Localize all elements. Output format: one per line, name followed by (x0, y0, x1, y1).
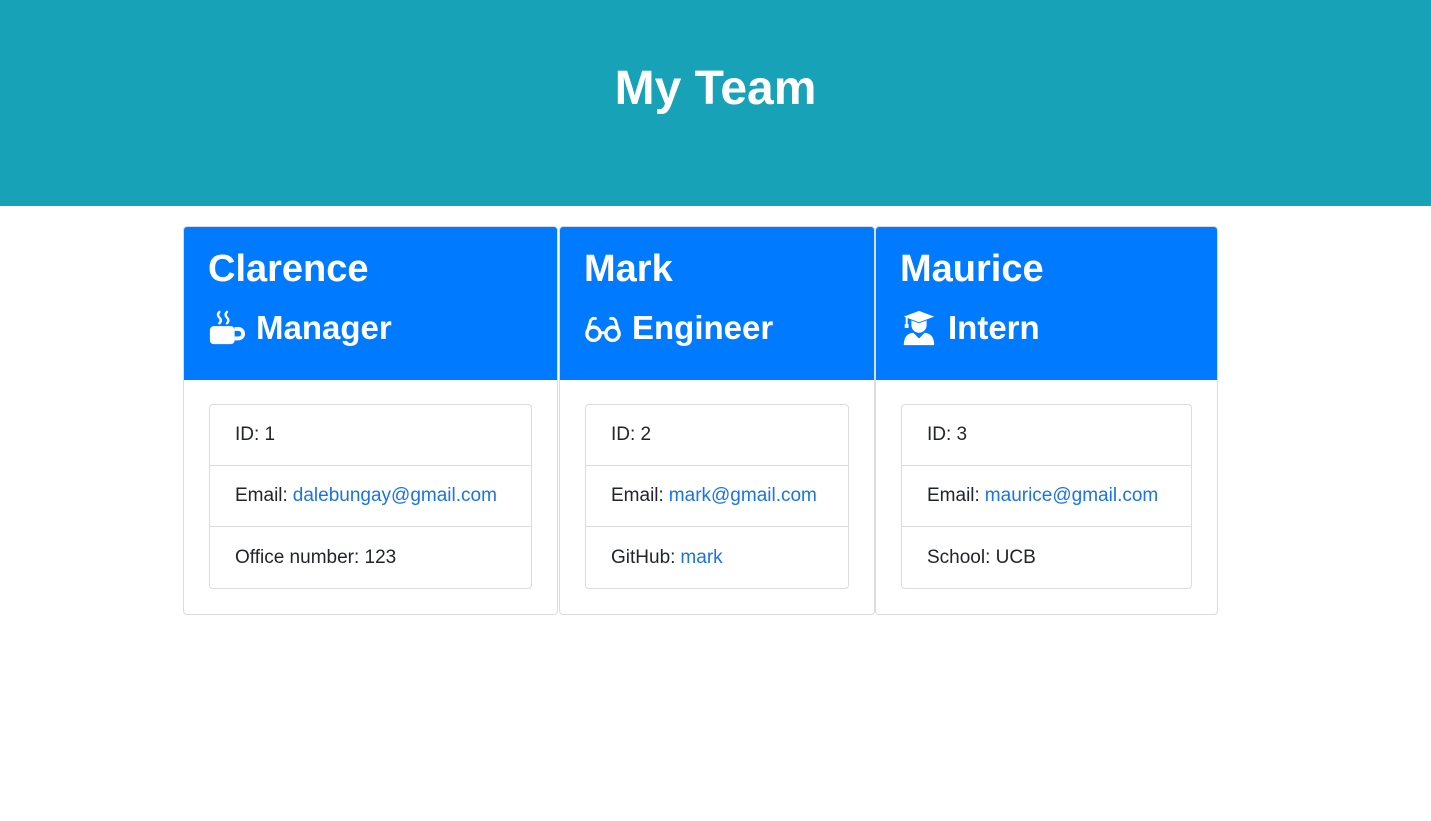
employee-name: Mark (584, 248, 673, 290)
id-text: ID: 1 (235, 424, 276, 445)
email-label: Email: (611, 485, 664, 506)
employee-role: Engineer (584, 308, 773, 348)
card-header: Maurice Intern (876, 227, 1217, 380)
employee-details-list: ID: 3 Email: maurice@gmail.com School: U… (901, 404, 1192, 589)
office-number-text: Office number: 123 (235, 546, 397, 568)
list-item-email: Email: mark@gmail.com (586, 466, 848, 527)
coffee-icon (208, 309, 246, 347)
card-header: Clarence Manager (184, 227, 557, 380)
employee-card-intern: Maurice Intern ID: 3 Email: maurice@gmai… (875, 226, 1218, 615)
list-item-office-number: Office number: 123 (210, 527, 531, 588)
employee-details-list: ID: 1 Email: dalebungay@gmail.com Office… (209, 404, 532, 589)
list-item-email: Email: dalebungay@gmail.com (210, 466, 531, 527)
github-label: GitHub: (611, 546, 676, 568)
github-link[interactable]: mark (680, 547, 722, 569)
email-link[interactable]: dalebungay@gmail.com (293, 485, 497, 507)
glasses-icon (584, 309, 622, 347)
list-item-github: GitHub: mark (586, 527, 848, 588)
school-text: School: UCB (927, 546, 1036, 568)
role-label: Engineer (632, 309, 774, 346)
role-label: Intern (948, 309, 1040, 346)
list-item-school: School: UCB (902, 527, 1191, 588)
list-item-id: ID: 1 (210, 405, 531, 466)
employee-role: Manager (208, 308, 392, 348)
email-label: Email: (235, 485, 288, 506)
list-item-email: Email: maurice@gmail.com (902, 466, 1191, 527)
employee-card-manager: Clarence Manager ID: 1 Email: dalebungay… (183, 226, 558, 615)
email-label: Email: (927, 485, 980, 506)
id-text: ID: 3 (927, 424, 968, 445)
email-link[interactable]: mark@gmail.com (669, 485, 817, 507)
page-title: My Team (614, 62, 817, 115)
card-header: Mark Engineer (560, 227, 874, 380)
graduate-icon (900, 309, 938, 347)
list-item-id: ID: 3 (902, 405, 1191, 466)
employee-name: Clarence (208, 248, 369, 290)
employee-name: Maurice (900, 248, 1044, 290)
role-label: Manager (256, 309, 392, 346)
list-item-id: ID: 2 (586, 405, 848, 466)
id-text: ID: 2 (611, 424, 652, 445)
employee-details-list: ID: 2 Email: mark@gmail.com GitHub: mark (585, 404, 849, 589)
employee-card-engineer: Mark Engineer ID: 2 Email: mark@gmail.co… (559, 226, 875, 615)
page-header: My Team (0, 0, 1431, 206)
email-link[interactable]: maurice@gmail.com (985, 485, 1158, 507)
employee-role: Intern (900, 308, 1040, 348)
